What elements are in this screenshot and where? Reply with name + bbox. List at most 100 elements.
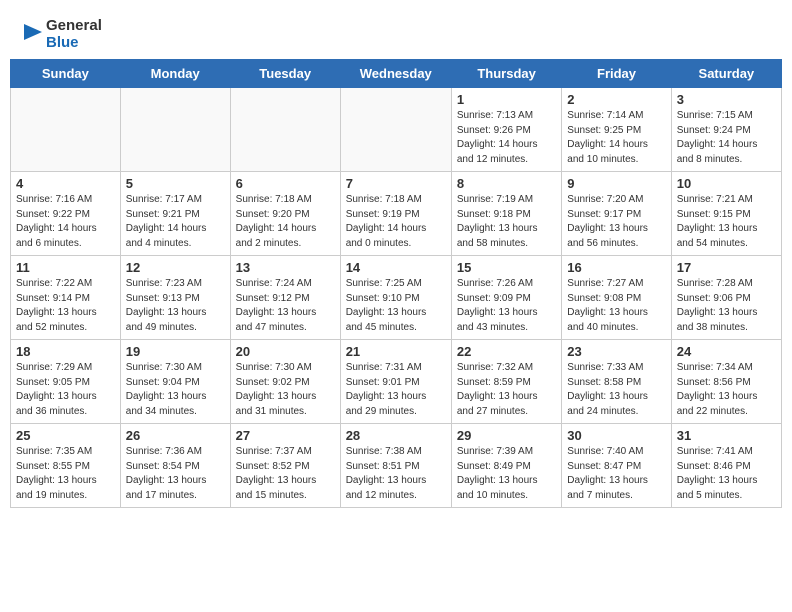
- day-info: Sunrise: 7:41 AM Sunset: 8:46 PM Dayligh…: [677, 445, 776, 503]
- calendar-cell-5-4: 28 Sunrise: 7:38 AM Sunset: 8:51 PM Dayli…: [340, 424, 451, 508]
- day-info: Sunrise: 7:21 AM Sunset: 9:15 PM Dayligh…: [677, 193, 776, 251]
- calendar-header-row: SundayMondayTuesdayWednesdayThursdayFrid…: [11, 60, 782, 88]
- calendar-cell-1-7: 3 Sunrise: 7:15 AM Sunset: 9:24 PM Daylig…: [671, 88, 781, 172]
- calendar-cell-1-4: [340, 88, 451, 172]
- day-info: Sunrise: 7:15 AM Sunset: 9:24 PM Dayligh…: [677, 109, 776, 167]
- calendar-cell-5-3: 27 Sunrise: 7:37 AM Sunset: 8:52 PM Dayli…: [230, 424, 340, 508]
- day-info: Sunrise: 7:28 AM Sunset: 9:06 PM Dayligh…: [677, 277, 776, 335]
- day-number: 3: [677, 92, 776, 107]
- calendar-cell-5-7: 31 Sunrise: 7:41 AM Sunset: 8:46 PM Dayli…: [671, 424, 781, 508]
- day-info: Sunrise: 7:32 AM Sunset: 8:59 PM Dayligh…: [457, 361, 556, 419]
- day-number: 19: [126, 344, 225, 359]
- calendar-cell-5-1: 25 Sunrise: 7:35 AM Sunset: 8:55 PM Dayli…: [11, 424, 121, 508]
- calendar-cell-1-2: [120, 88, 230, 172]
- calendar-cell-1-5: 1 Sunrise: 7:13 AM Sunset: 9:26 PM Daylig…: [451, 88, 561, 172]
- calendar-week-3: 11Sunrise: 7:22 AM Sunset: 9:14 PM Dayli…: [11, 256, 782, 340]
- day-info: Sunrise: 7:18 AM Sunset: 9:19 PM Dayligh…: [346, 193, 446, 251]
- page-header: GeneralBlue: [0, 0, 792, 59]
- day-number: 16: [567, 260, 665, 275]
- day-number: 2: [567, 92, 665, 107]
- day-number: 5: [126, 176, 225, 191]
- day-number: 23: [567, 344, 665, 359]
- day-info: Sunrise: 7:37 AM Sunset: 8:52 PM Dayligh…: [236, 445, 335, 503]
- calendar-body: 1 Sunrise: 7:13 AM Sunset: 9:26 PM Daylig…: [11, 88, 782, 508]
- day-header-wednesday: Wednesday: [340, 60, 451, 88]
- day-number: 6: [236, 176, 335, 191]
- day-info: Sunrise: 7:14 AM Sunset: 9:25 PM Dayligh…: [567, 109, 665, 167]
- day-number: 15: [457, 260, 556, 275]
- day-number: 10: [677, 176, 776, 191]
- day-info: Sunrise: 7:31 AM Sunset: 9:01 PM Dayligh…: [346, 361, 446, 419]
- day-number: 7: [346, 176, 446, 191]
- day-info: Sunrise: 7:23 AM Sunset: 9:13 PM Dayligh…: [126, 277, 225, 335]
- day-number: 9: [567, 176, 665, 191]
- day-info: Sunrise: 7:18 AM Sunset: 9:20 PM Dayligh…: [236, 193, 335, 251]
- calendar-cell-1-6: 2 Sunrise: 7:14 AM Sunset: 9:25 PM Daylig…: [562, 88, 671, 172]
- calendar-cell-3-2: 12 Sunrise: 7:23 AM Sunset: 9:13 PM Dayli…: [120, 256, 230, 340]
- day-info: Sunrise: 7:27 AM Sunset: 9:08 PM Dayligh…: [567, 277, 665, 335]
- calendar-cell-2-1: 4Sunrise: 7:16 AM Sunset: 9:22 PM Daylig…: [11, 172, 121, 256]
- calendar-cell-4-4: 21 Sunrise: 7:31 AM Sunset: 9:01 PM Dayli…: [340, 340, 451, 424]
- day-number: 26: [126, 428, 225, 443]
- calendar-cell-4-6: 23 Sunrise: 7:33 AM Sunset: 8:58 PM Dayli…: [562, 340, 671, 424]
- day-info: Sunrise: 7:36 AM Sunset: 8:54 PM Dayligh…: [126, 445, 225, 503]
- day-number: 12: [126, 260, 225, 275]
- day-number: 29: [457, 428, 556, 443]
- day-info: Sunrise: 7:40 AM Sunset: 8:47 PM Dayligh…: [567, 445, 665, 503]
- calendar-cell-4-2: 19 Sunrise: 7:30 AM Sunset: 9:04 PM Dayli…: [120, 340, 230, 424]
- day-header-monday: Monday: [120, 60, 230, 88]
- calendar-cell-3-1: 11Sunrise: 7:22 AM Sunset: 9:14 PM Dayli…: [11, 256, 121, 340]
- day-info: Sunrise: 7:35 AM Sunset: 8:55 PM Dayligh…: [16, 445, 115, 503]
- calendar-cell-5-2: 26 Sunrise: 7:36 AM Sunset: 8:54 PM Dayli…: [120, 424, 230, 508]
- day-number: 4: [16, 176, 115, 191]
- day-info: Sunrise: 7:29 AM Sunset: 9:05 PM Dayligh…: [16, 361, 115, 419]
- calendar-cell-4-5: 22 Sunrise: 7:32 AM Sunset: 8:59 PM Dayli…: [451, 340, 561, 424]
- day-header-tuesday: Tuesday: [230, 60, 340, 88]
- calendar-cell-5-6: 30 Sunrise: 7:40 AM Sunset: 8:47 PM Dayli…: [562, 424, 671, 508]
- day-number: 11: [16, 260, 115, 275]
- day-number: 25: [16, 428, 115, 443]
- calendar-cell-3-4: 14 Sunrise: 7:25 AM Sunset: 9:10 PM Dayli…: [340, 256, 451, 340]
- calendar-cell-4-7: 24 Sunrise: 7:34 AM Sunset: 8:56 PM Dayli…: [671, 340, 781, 424]
- day-info: Sunrise: 7:25 AM Sunset: 9:10 PM Dayligh…: [346, 277, 446, 335]
- day-info: Sunrise: 7:33 AM Sunset: 8:58 PM Dayligh…: [567, 361, 665, 419]
- day-number: 14: [346, 260, 446, 275]
- calendar-cell-3-3: 13Sunrise: 7:24 AM Sunset: 9:12 PM Dayli…: [230, 256, 340, 340]
- day-info: Sunrise: 7:39 AM Sunset: 8:49 PM Dayligh…: [457, 445, 556, 503]
- day-number: 22: [457, 344, 556, 359]
- day-number: 17: [677, 260, 776, 275]
- calendar-week-5: 25 Sunrise: 7:35 AM Sunset: 8:55 PM Dayli…: [11, 424, 782, 508]
- day-header-thursday: Thursday: [451, 60, 561, 88]
- calendar-cell-1-1: [11, 88, 121, 172]
- day-info: Sunrise: 7:34 AM Sunset: 8:56 PM Dayligh…: [677, 361, 776, 419]
- calendar-cell-2-4: 7 Sunrise: 7:18 AM Sunset: 9:19 PM Daylig…: [340, 172, 451, 256]
- calendar-cell-4-3: 20Sunrise: 7:30 AM Sunset: 9:02 PM Dayli…: [230, 340, 340, 424]
- day-header-friday: Friday: [562, 60, 671, 88]
- day-info: Sunrise: 7:17 AM Sunset: 9:21 PM Dayligh…: [126, 193, 225, 251]
- calendar-cell-2-7: 10 Sunrise: 7:21 AM Sunset: 9:15 PM Dayli…: [671, 172, 781, 256]
- logo: GeneralBlue: [24, 18, 102, 51]
- day-number: 13: [236, 260, 335, 275]
- day-number: 27: [236, 428, 335, 443]
- calendar-week-4: 18 Sunrise: 7:29 AM Sunset: 9:05 PM Dayli…: [11, 340, 782, 424]
- calendar-cell-4-1: 18 Sunrise: 7:29 AM Sunset: 9:05 PM Dayli…: [11, 340, 121, 424]
- day-number: 21: [346, 344, 446, 359]
- day-number: 24: [677, 344, 776, 359]
- day-info: Sunrise: 7:38 AM Sunset: 8:51 PM Dayligh…: [346, 445, 446, 503]
- day-number: 18: [16, 344, 115, 359]
- calendar-cell-3-5: 15 Sunrise: 7:26 AM Sunset: 9:09 PM Dayli…: [451, 256, 561, 340]
- calendar-cell-2-2: 5 Sunrise: 7:17 AM Sunset: 9:21 PM Daylig…: [120, 172, 230, 256]
- day-number: 8: [457, 176, 556, 191]
- day-number: 30: [567, 428, 665, 443]
- day-info: Sunrise: 7:20 AM Sunset: 9:17 PM Dayligh…: [567, 193, 665, 251]
- day-info: Sunrise: 7:30 AM Sunset: 9:04 PM Dayligh…: [126, 361, 225, 419]
- day-header-sunday: Sunday: [11, 60, 121, 88]
- day-header-saturday: Saturday: [671, 60, 781, 88]
- day-number: 1: [457, 92, 556, 107]
- day-info: Sunrise: 7:26 AM Sunset: 9:09 PM Dayligh…: [457, 277, 556, 335]
- day-info: Sunrise: 7:13 AM Sunset: 9:26 PM Dayligh…: [457, 109, 556, 167]
- day-number: 31: [677, 428, 776, 443]
- calendar-cell-2-6: 9 Sunrise: 7:20 AM Sunset: 9:17 PM Daylig…: [562, 172, 671, 256]
- day-number: 28: [346, 428, 446, 443]
- calendar-week-1: 1 Sunrise: 7:13 AM Sunset: 9:26 PM Daylig…: [11, 88, 782, 172]
